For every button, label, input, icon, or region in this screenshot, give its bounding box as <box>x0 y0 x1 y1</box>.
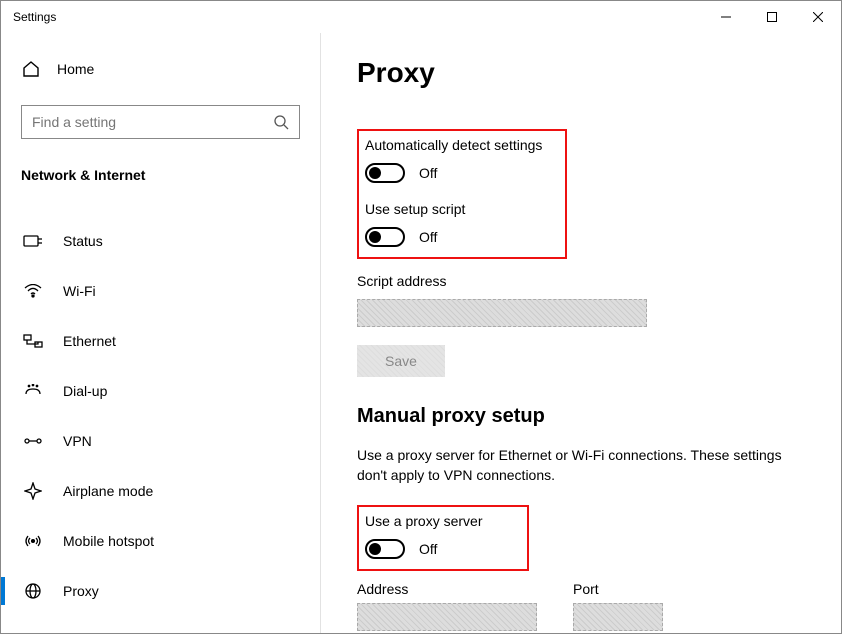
status-icon <box>23 233 43 249</box>
vpn-icon <box>23 435 43 447</box>
sidebar-item-label: Ethernet <box>63 333 116 349</box>
highlight-proxy-section: Use a proxy server Off <box>357 505 529 571</box>
home-label: Home <box>57 61 94 77</box>
ethernet-icon <box>23 334 43 348</box>
use-proxy-toggle[interactable] <box>365 539 405 559</box>
setup-script-toggle[interactable] <box>365 227 405 247</box>
sidebar-item-ethernet[interactable]: Ethernet <box>21 319 300 363</box>
auto-detect-label: Automatically detect settings <box>365 137 555 153</box>
category-heading: Network & Internet <box>21 167 300 183</box>
use-proxy-label: Use a proxy server <box>365 513 517 529</box>
window-controls <box>703 1 841 33</box>
page-title: Proxy <box>357 57 805 89</box>
sidebar-item-label: Status <box>63 233 103 249</box>
script-address-input <box>357 299 647 327</box>
port-input <box>573 603 663 631</box>
sidebar-item-proxy[interactable]: Proxy <box>21 569 300 613</box>
sidebar-item-hotspot[interactable]: Mobile hotspot <box>21 519 300 563</box>
auto-detect-state: Off <box>419 165 437 181</box>
sidebar-item-label: Mobile hotspot <box>63 533 154 549</box>
home-nav[interactable]: Home <box>21 53 300 85</box>
airplane-icon <box>23 482 43 500</box>
sidebar-item-label: Dial-up <box>63 383 107 399</box>
minimize-button[interactable] <box>703 1 749 33</box>
maximize-button[interactable] <box>749 1 795 33</box>
sidebar-item-status[interactable]: Status <box>21 219 300 263</box>
search-box[interactable] <box>21 105 300 139</box>
address-label: Address <box>357 581 537 597</box>
sidebar: Home Network & Internet Status Wi-Fi <box>1 33 321 633</box>
sidebar-item-airplane[interactable]: Airplane mode <box>21 469 300 513</box>
proxy-icon <box>23 583 43 599</box>
wifi-icon <box>23 284 43 298</box>
auto-detect-toggle[interactable] <box>365 163 405 183</box>
sidebar-item-label: VPN <box>63 433 92 449</box>
address-input <box>357 603 537 631</box>
save-button: Save <box>357 345 445 377</box>
home-icon <box>21 60 41 78</box>
sidebar-item-wifi[interactable]: Wi-Fi <box>21 269 300 313</box>
sidebar-item-label: Airplane mode <box>63 483 153 499</box>
sidebar-item-vpn[interactable]: VPN <box>21 419 300 463</box>
sidebar-item-label: Proxy <box>63 583 99 599</box>
dialup-icon <box>23 384 43 398</box>
window-title: Settings <box>13 10 56 24</box>
setup-script-label: Use setup script <box>365 201 555 217</box>
use-proxy-state: Off <box>419 541 437 557</box>
setup-script-state: Off <box>419 229 437 245</box>
manual-section-heading: Manual proxy setup <box>357 405 805 428</box>
sidebar-item-dialup[interactable]: Dial-up <box>21 369 300 413</box>
sidebar-item-label: Wi-Fi <box>63 283 96 299</box>
search-input[interactable] <box>32 114 273 130</box>
highlight-auto-section: Automatically detect settings Off Use se… <box>357 129 567 259</box>
titlebar: Settings <box>1 1 841 33</box>
hotspot-icon <box>23 533 43 549</box>
close-button[interactable] <box>795 1 841 33</box>
port-label: Port <box>573 581 663 597</box>
content-area: Proxy Automatically detect settings Off … <box>321 33 841 633</box>
script-address-label: Script address <box>357 273 805 289</box>
manual-section-desc: Use a proxy server for Ethernet or Wi-Fi… <box>357 446 797 485</box>
search-icon <box>273 114 289 130</box>
